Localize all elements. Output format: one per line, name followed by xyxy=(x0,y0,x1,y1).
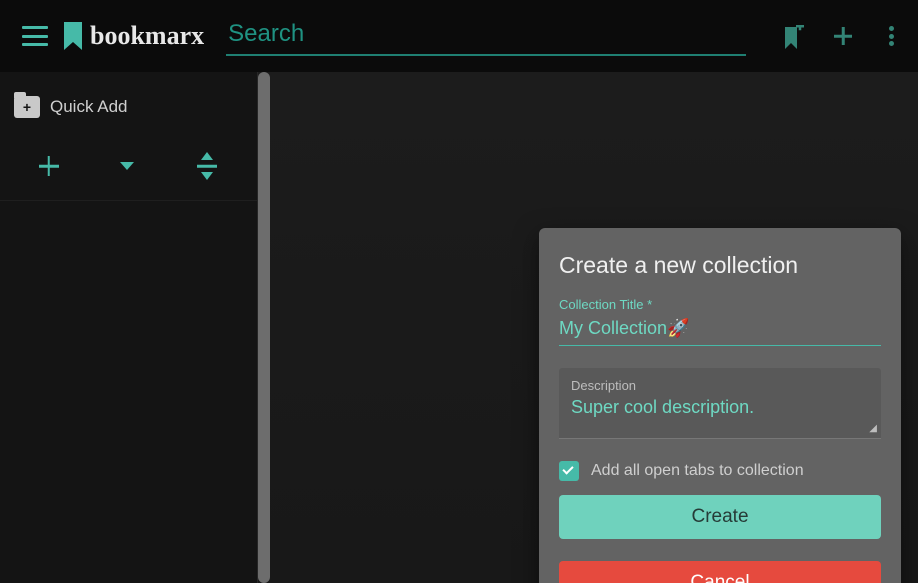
sidebar-add-icon[interactable] xyxy=(39,156,59,176)
add-bookmark-icon[interactable] xyxy=(782,25,804,47)
brand-logo[interactable]: bookmarx xyxy=(62,21,204,51)
dialog-title: Create a new collection xyxy=(559,252,881,279)
plus-icon[interactable] xyxy=(832,25,854,47)
main-panel: ks to get started. Cancel Create a new c… xyxy=(258,72,918,583)
cancel-button-label: Cancel xyxy=(690,572,749,583)
collection-title-input[interactable] xyxy=(559,314,881,346)
topbar-actions xyxy=(782,25,900,47)
more-menu-icon[interactable] xyxy=(888,26,894,46)
bookmark-icon xyxy=(62,22,84,50)
menu-icon[interactable] xyxy=(22,26,48,46)
sidebar-actions xyxy=(0,132,257,201)
quick-add-button[interactable]: + Quick Add xyxy=(0,90,257,132)
resize-grip-icon[interactable]: ◢ xyxy=(869,423,877,434)
app-body: + Quick Add ks to get started. Cancel xyxy=(0,72,918,583)
quick-add-label: Quick Add xyxy=(50,97,128,117)
scrollbar[interactable] xyxy=(258,72,270,583)
sidebar: + Quick Add xyxy=(0,72,258,583)
create-button-label: Create xyxy=(691,506,748,528)
cancel-button[interactable]: Cancel xyxy=(559,561,881,583)
create-collection-dialog: Create a new collection Collection Title… xyxy=(539,228,901,583)
folder-plus-icon: + xyxy=(14,96,40,118)
search-field-wrap xyxy=(226,16,746,56)
collection-title-label: Collection Title * xyxy=(559,297,881,312)
add-tabs-checkbox[interactable] xyxy=(559,461,579,481)
create-button[interactable]: Create xyxy=(559,495,881,539)
sidebar-dropdown-icon[interactable] xyxy=(120,162,134,170)
add-tabs-checkbox-label: Add all open tabs to collection xyxy=(591,462,804,480)
app-root: bookmarx + Qu xyxy=(0,0,918,583)
search-input[interactable] xyxy=(226,16,746,56)
sidebar-collapse-icon[interactable] xyxy=(195,154,219,178)
description-label: Description xyxy=(571,378,869,393)
add-tabs-checkbox-row: Add all open tabs to collection xyxy=(559,461,881,481)
brand-name: bookmarx xyxy=(90,21,204,51)
description-input[interactable] xyxy=(571,397,869,425)
topbar: bookmarx xyxy=(0,0,918,72)
description-field: Description ◢ xyxy=(559,368,881,439)
